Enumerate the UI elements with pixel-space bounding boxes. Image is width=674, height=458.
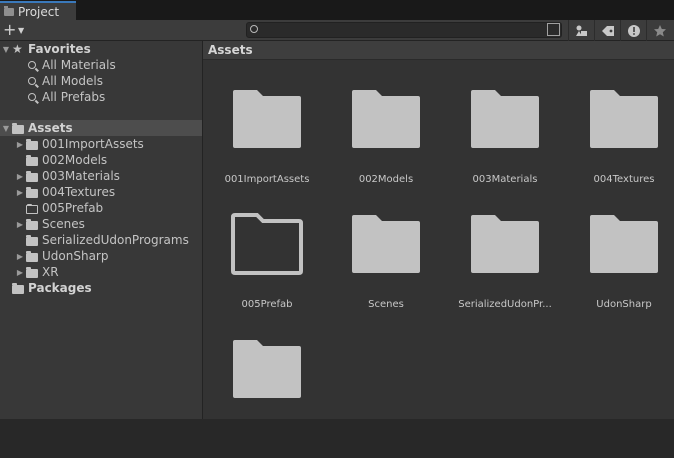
tab-title: Project [18, 4, 60, 19]
folder-icon [26, 218, 38, 230]
breadcrumb[interactable]: Assets [203, 41, 674, 60]
folder-icon [352, 215, 420, 273]
empty-folder-icon [231, 213, 303, 275]
tree-folder-item[interactable]: ▶ Scenes [0, 216, 202, 232]
tab-strip: Project [0, 0, 674, 20]
tree-favorite-item[interactable]: All Prefabs [0, 89, 202, 105]
tree-folder-item[interactable]: ▶ XR [0, 264, 202, 280]
folder-icon [4, 5, 14, 16]
tree-packages[interactable]: Packages [0, 280, 202, 296]
asset-grid-label: 002Models [358, 174, 414, 185]
asset-grid-item[interactable]: 003Materials [450, 88, 560, 208]
favorite-item-label: All Materials [42, 58, 116, 72]
asset-grid-label: 005Prefab [241, 299, 293, 310]
tree-folder-label: SerializedUdonPrograms [42, 233, 189, 247]
asset-grid-label: UdonSharp [596, 299, 652, 310]
chevron-down-icon: ▼ [18, 26, 25, 35]
scene-filter-icon[interactable] [568, 20, 594, 41]
folder-icon [590, 90, 658, 148]
favorite-item-label: All Models [42, 74, 103, 88]
search-icon [28, 61, 36, 69]
tree-folder-label: 003Materials [42, 169, 120, 183]
folder-icon [471, 215, 539, 273]
tree-folder-item[interactable]: 002Models [0, 152, 202, 168]
search-icon [28, 77, 36, 85]
tree-favorite-item[interactable]: All Models [0, 73, 202, 89]
search-icon [250, 25, 258, 33]
tree-folder-label: 002Models [42, 153, 108, 167]
asset-grid-item[interactable]: SerializedUdonPr... [450, 213, 560, 333]
asset-grid-item[interactable]: UdonSharp [569, 213, 674, 333]
tree-folder-label: 004Textures [42, 185, 116, 199]
asset-grid-label: 003Materials [472, 174, 538, 185]
project-toolbar: + ▼ [0, 20, 674, 41]
asset-grid-item[interactable]: 005Prefab [212, 213, 322, 333]
favorites-label: Favorites [28, 42, 91, 56]
tree-folder-label: XR [42, 265, 59, 279]
tree-folder-item[interactable]: 005Prefab [0, 200, 202, 216]
tree-folder-item[interactable]: ▶ UdonSharp [0, 248, 202, 264]
asset-grid-item[interactable] [212, 338, 322, 458]
folder-tree: ▼ ★ Favorites All Materials All Models A… [0, 41, 203, 419]
asset-grid-label: 001ImportAssets [224, 174, 310, 185]
collapsed-arrow-icon[interactable]: ▶ [14, 140, 26, 149]
toolbar-filter-buttons [568, 20, 672, 41]
asset-grid-item[interactable]: Scenes [331, 213, 441, 333]
folder-icon [26, 250, 38, 262]
asset-grid-item[interactable]: 002Models [331, 88, 441, 208]
asset-grid-item[interactable]: 001ImportAssets [212, 88, 322, 208]
create-dropdown-button[interactable]: + ▼ [3, 22, 29, 38]
star-icon: ★ [12, 42, 23, 56]
plus-icon: + [3, 20, 17, 39]
warning-filter-icon[interactable] [620, 20, 646, 41]
asset-grid-label: Scenes [368, 299, 404, 310]
tab-project[interactable]: Project [0, 1, 76, 20]
folder-icon [233, 90, 301, 148]
folder-icon [26, 154, 38, 166]
favorite-item-label: All Prefabs [42, 90, 106, 104]
collapsed-arrow-icon[interactable]: ▶ [14, 252, 26, 261]
collapsed-arrow-icon[interactable]: ▶ [14, 172, 26, 181]
tree-folder-label: 001ImportAssets [42, 137, 144, 151]
asset-grid-label: SerializedUdonPr... [458, 299, 552, 310]
tree-folder-label: UdonSharp [42, 249, 109, 263]
expanded-arrow-icon[interactable]: ▼ [0, 45, 12, 54]
open-folder-icon [12, 122, 24, 134]
search-by-type-icon[interactable] [547, 23, 560, 36]
tree-folder-item[interactable]: SerializedUdonPrograms [0, 232, 202, 248]
empty-folder-icon [26, 203, 38, 214]
folder-icon [352, 90, 420, 148]
folder-icon [26, 138, 38, 150]
search-icon [28, 93, 36, 101]
tree-favorite-item[interactable]: All Materials [0, 57, 202, 73]
packages-label: Packages [28, 281, 92, 295]
tree-assets[interactable]: ▼ Assets [0, 120, 202, 136]
collapsed-arrow-icon[interactable]: ▶ [14, 188, 26, 197]
folder-icon [471, 90, 539, 148]
expanded-arrow-icon[interactable]: ▼ [0, 124, 12, 133]
folder-icon [26, 170, 38, 182]
collapsed-arrow-icon[interactable]: ▶ [14, 268, 26, 277]
folder-icon [12, 282, 24, 294]
tree-folder-item[interactable]: ▶ 004Textures [0, 184, 202, 200]
assets-label: Assets [28, 121, 73, 135]
folder-icon [233, 340, 301, 398]
favorite-icon[interactable] [646, 20, 672, 41]
folder-icon [26, 234, 38, 246]
tree-folder-item[interactable]: ▶ 001ImportAssets [0, 136, 202, 152]
tree-folder-label: 005Prefab [42, 201, 104, 215]
folder-icon [590, 215, 658, 273]
folder-icon [26, 266, 38, 278]
search-input[interactable] [246, 22, 562, 38]
folder-icon [26, 186, 38, 198]
asset-grid-label: 004Textures [593, 174, 655, 185]
tree-folder-item[interactable]: ▶ 003Materials [0, 168, 202, 184]
collapsed-arrow-icon[interactable]: ▶ [14, 220, 26, 229]
tree-favorites[interactable]: ▼ ★ Favorites [0, 41, 202, 57]
label-filter-icon[interactable] [594, 20, 620, 41]
tree-folder-label: Scenes [42, 217, 85, 231]
asset-grid: Assets 001ImportAssets 002Models 003Materi… [203, 41, 674, 419]
asset-grid-item[interactable]: 004Textures [569, 88, 674, 208]
